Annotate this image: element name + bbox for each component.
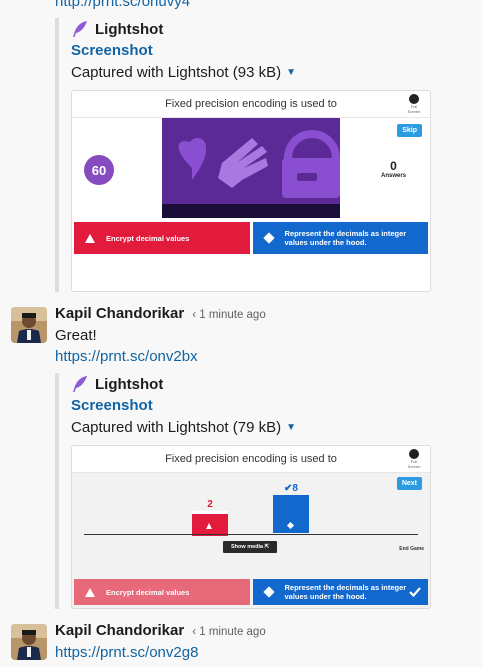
answer-red: Encrypt decimal values <box>74 222 250 254</box>
quiz-question: Fixed precision encoding is used to <box>72 91 430 118</box>
answer-red: Encrypt decimal values <box>74 579 250 605</box>
timestamp[interactable]: ‹ 1 minute ago <box>192 626 266 638</box>
screenshot-link[interactable]: https://prnt.sc/onv2bx <box>55 348 198 365</box>
result-bar-red: 2 <box>192 499 228 536</box>
attachment-title-link[interactable]: Screenshot <box>71 397 153 414</box>
timestamp[interactable]: ‹ 1 minute ago <box>192 309 266 321</box>
next-button: Next <box>396 477 422 490</box>
answer-options: Encrypt decimal values Represent the dec… <box>72 579 430 605</box>
screenshot-thumbnail[interactable]: Fixed precision encoding is used to Full… <box>71 445 431 609</box>
caret-down-icon[interactable]: ▼ <box>286 417 296 439</box>
caret-down-icon[interactable]: ▼ <box>286 62 296 84</box>
attachment-subtitle[interactable]: Captured with Lightshot (93 kB) ▼ <box>71 62 431 84</box>
screenshot-link-top[interactable]: http://prnt.sc/onuvy4 <box>55 0 190 10</box>
end-game-label: End Game <box>399 546 424 552</box>
message-header: Kapil Chandorikar ‹ 1 minute ago <box>55 305 266 322</box>
skip-button: Skip <box>397 124 422 137</box>
feather-icon <box>73 21 87 37</box>
attachment-provider: Lightshot <box>71 373 431 395</box>
fullscreen-icon <box>409 94 419 104</box>
screenshot-thumbnail[interactable]: Fixed precision encoding is used to Full… <box>71 90 431 292</box>
fullscreen-button: Full Screen <box>404 94 424 114</box>
message-text: Great! <box>55 327 97 344</box>
diamond-icon <box>286 521 295 530</box>
feather-icon <box>73 376 87 392</box>
quiz-image <box>162 118 340 218</box>
hero-shadow <box>162 204 340 218</box>
screenshot-link[interactable]: https://prnt.sc/onv2g8 <box>55 644 198 661</box>
hands-heart-lock-illustration <box>178 130 340 198</box>
show-media-button: Show media ⇱ <box>223 541 278 553</box>
avatar[interactable] <box>11 624 47 660</box>
answers-counter: 0 Answers <box>380 159 406 179</box>
triangle-icon <box>84 586 96 598</box>
answer-blue-correct: Represent the decimals as integer values… <box>252 579 428 605</box>
check-icon <box>409 587 421 598</box>
link-preview-attachment: Lightshot Screenshot Captured with Light… <box>55 373 431 609</box>
triangle-icon <box>84 232 96 244</box>
quiz-timer: 60 <box>84 155 114 185</box>
diamond-icon <box>262 232 275 244</box>
fullscreen-button: Full Screen <box>404 449 424 469</box>
triangle-icon <box>206 523 212 529</box>
result-bar-blue: ✔8 <box>273 483 309 533</box>
answer-blue: Represent the decimals as integer values… <box>252 222 428 254</box>
answer-options: Encrypt decimal values Represent the dec… <box>72 222 430 254</box>
sender-name[interactable]: Kapil Chandorikar <box>55 622 184 639</box>
attachment-subtitle[interactable]: Captured with Lightshot (79 kB) ▼ <box>71 417 431 439</box>
fullscreen-icon <box>409 449 419 459</box>
message-header: Kapil Chandorikar ‹ 1 minute ago <box>55 622 266 639</box>
avatar[interactable] <box>11 307 47 343</box>
sender-name[interactable]: Kapil Chandorikar <box>55 305 184 322</box>
attachment-title-link[interactable]: Screenshot <box>71 42 153 59</box>
attachment-provider: Lightshot <box>71 18 431 40</box>
link-preview-attachment: Lightshot Screenshot Captured with Light… <box>55 18 431 292</box>
quiz-question: Fixed precision encoding is used to <box>72 446 430 473</box>
diamond-icon <box>262 586 275 598</box>
